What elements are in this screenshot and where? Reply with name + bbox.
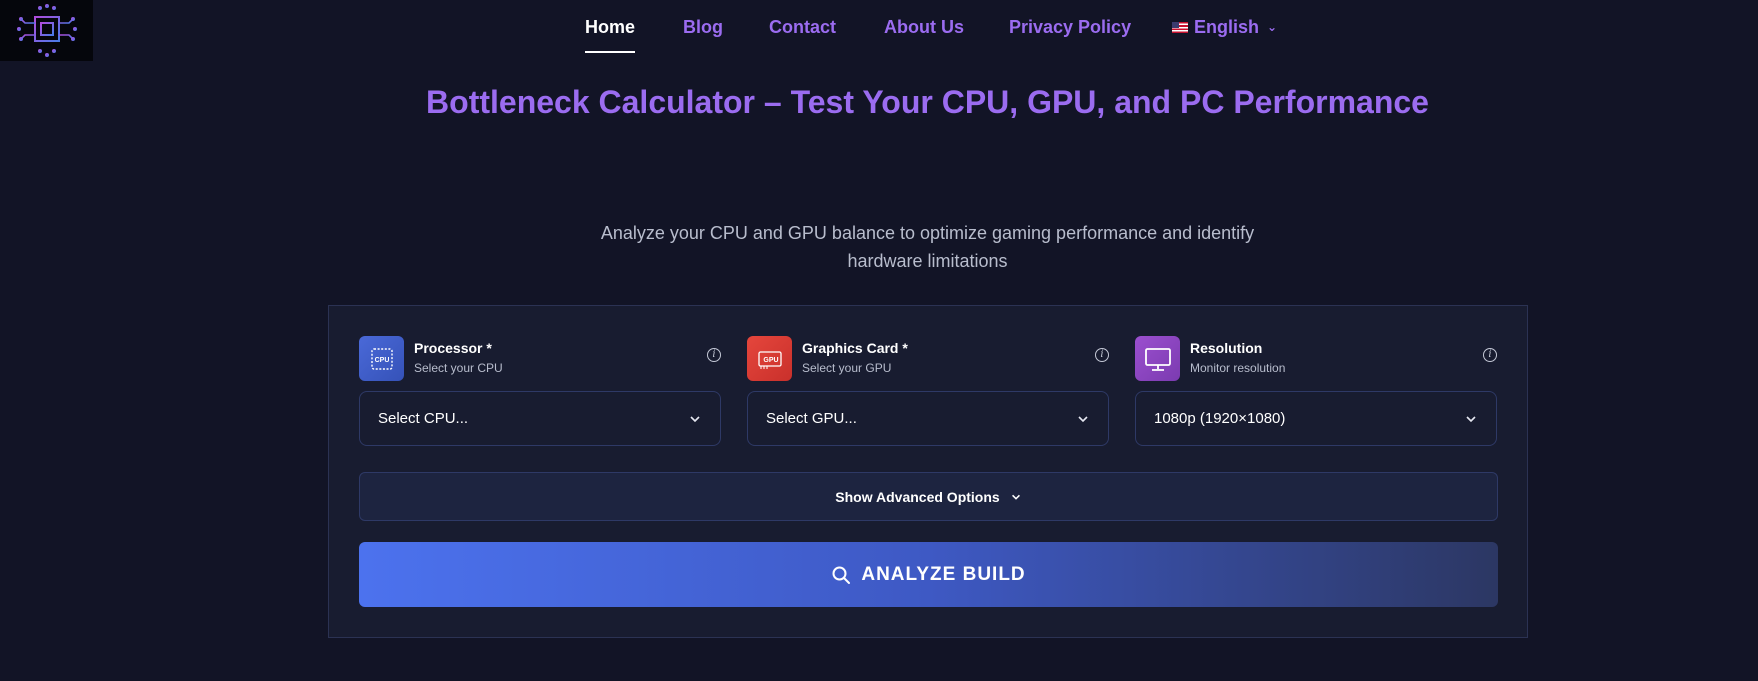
calculator-card: CPU Processor * Select your CPU i Select… [328,305,1528,638]
cpu-select-value: Select CPU... [378,410,469,427]
resolution-select-value: 1080p (1920×1080) [1154,410,1286,427]
gpu-icon: GPU [747,336,792,381]
gpu-select-value: Select GPU... [766,410,857,427]
processor-sublabel: Select your CPU [414,361,503,375]
info-icon[interactable]: i [1095,348,1109,362]
chevron-down-icon [1011,494,1020,500]
graphics-card-label: Graphics Card * [802,340,908,356]
resolution-field: Resolution Monitor resolution i 1080p (1… [1135,336,1497,446]
monitor-icon [1135,336,1180,381]
us-flag-icon [1172,21,1188,33]
graphics-card-sublabel: Select your GPU [802,361,892,375]
info-icon[interactable]: i [707,348,721,362]
gpu-select[interactable]: Select GPU... [747,391,1109,446]
analyze-build-button[interactable]: ANALYZE BUILD [359,542,1498,607]
show-advanced-options-button[interactable]: Show Advanced Options [359,472,1498,521]
nav-about-us[interactable]: About Us [884,17,964,37]
page-title: Bottleneck Calculator – Test Your CPU, G… [426,84,1429,120]
graphics-card-field: GPU Graphics Card * Select your GPU i Se… [747,336,1109,446]
chevron-down-icon [1078,415,1088,422]
resolution-label: Resolution [1190,340,1263,356]
nav-contact[interactable]: Contact [769,17,836,37]
page-subtitle: Analyze your CPU and GPU balance to opti… [600,223,1255,271]
chevron-down-icon: ⌄ [1267,20,1278,34]
info-icon[interactable]: i [1483,348,1497,362]
chevron-down-icon [1466,415,1476,422]
nav-blog[interactable]: Blog [683,17,723,37]
gpu-icon-text: GPU [763,357,778,364]
cpu-select[interactable]: Select CPU... [359,391,721,446]
language-selector[interactable]: English ⌄ [1172,17,1277,37]
cpu-icon: CPU [359,336,404,381]
cpu-icon-text: CPU [374,357,389,364]
analyze-build-label: ANALYZE BUILD [861,563,1026,585]
page: Home Blog Contact About Us Privacy Polic… [0,0,1758,681]
search-icon [832,566,851,584]
language-label: English [1194,17,1260,37]
processor-field: CPU Processor * Select your CPU i Select… [359,336,721,446]
chevron-down-icon [690,415,700,422]
resolution-select[interactable]: 1080p (1920×1080) [1135,391,1497,446]
processor-label: Processor * [414,340,492,356]
main-nav: Home Blog Contact About Us Privacy Polic… [0,0,1758,56]
advanced-options-label: Show Advanced Options [835,488,1000,505]
resolution-sublabel: Monitor resolution [1190,361,1286,375]
nav-home[interactable]: Home [585,17,636,53]
nav-privacy-policy[interactable]: Privacy Policy [1009,17,1131,37]
